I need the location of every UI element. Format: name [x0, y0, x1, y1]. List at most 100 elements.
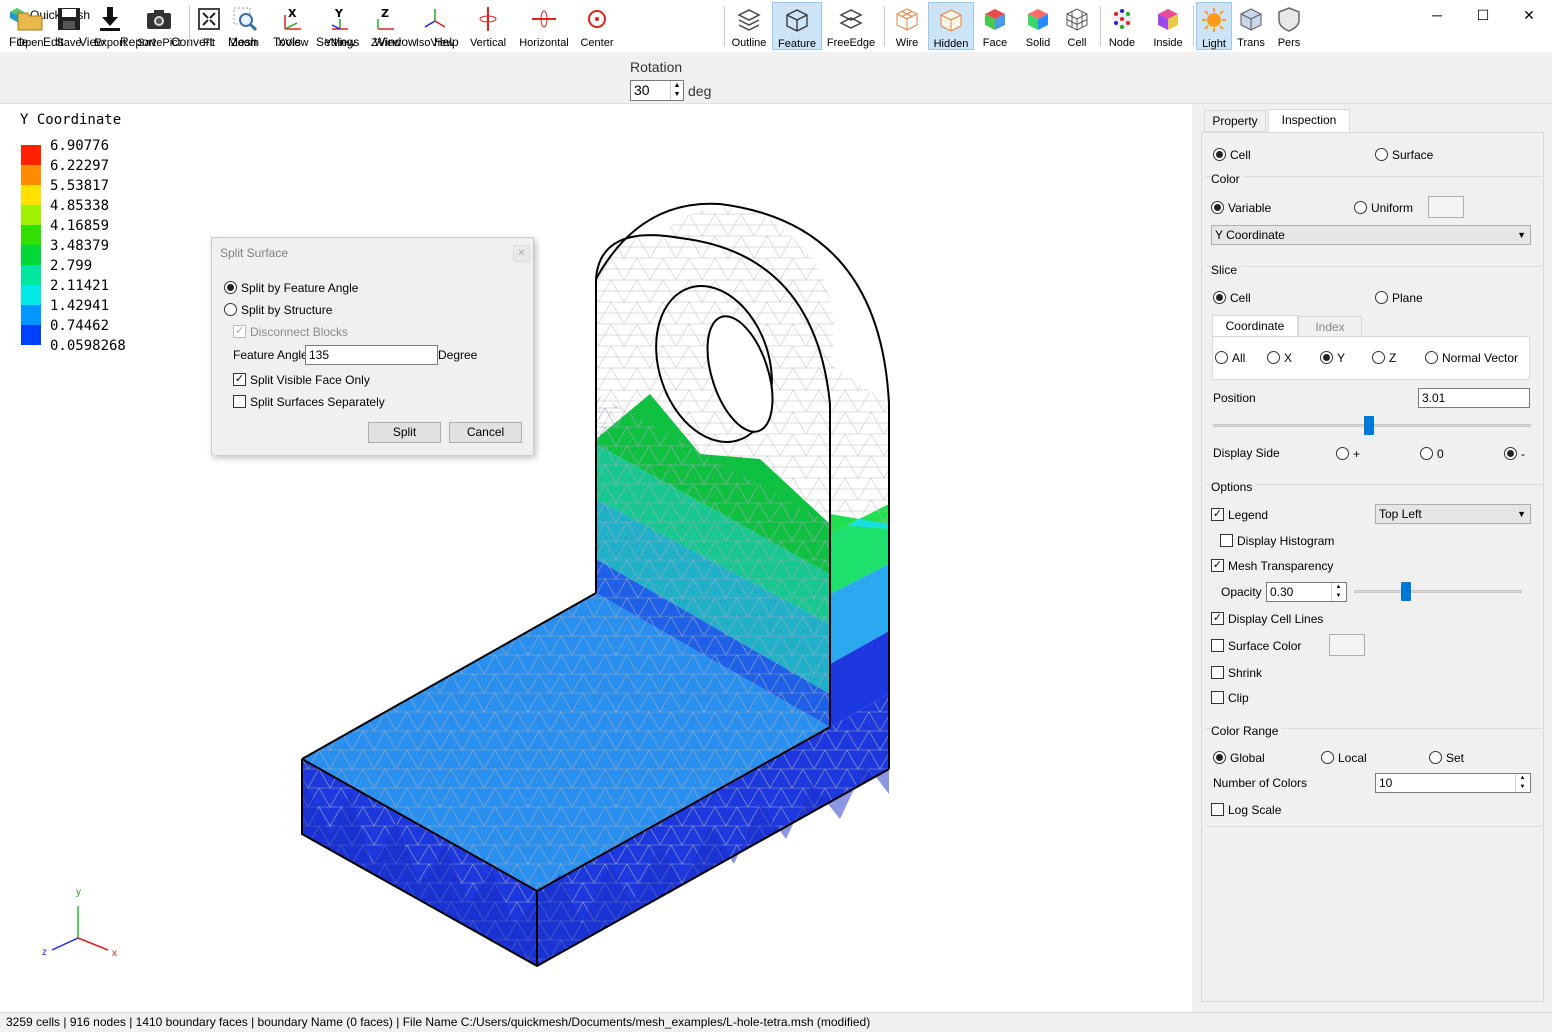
light-button[interactable]: Light	[1196, 2, 1232, 50]
axis-all-option[interactable]: All	[1215, 350, 1245, 365]
shrink-checkbox[interactable]: Shrink	[1211, 665, 1262, 680]
solid-button[interactable]: Solid	[1021, 2, 1055, 50]
rotation-spinner[interactable]: ▲ ▼	[670, 81, 683, 100]
log-scale-checkbox[interactable]: Log Scale	[1211, 802, 1281, 817]
zview-button[interactable]: Z ZView	[368, 2, 404, 50]
feature-angle-input[interactable]: 135	[305, 345, 438, 365]
position-input[interactable]: 3.01	[1418, 388, 1530, 408]
cell-button[interactable]: Cell	[1061, 2, 1093, 50]
inside-button[interactable]: Inside	[1148, 2, 1188, 50]
radio-button[interactable]	[1321, 751, 1334, 765]
checkbox[interactable]	[1211, 666, 1224, 680]
checkbox[interactable]	[1211, 803, 1224, 817]
position-slider-thumb[interactable]	[1363, 416, 1374, 435]
radio-button[interactable]	[1213, 751, 1226, 765]
isoview-button[interactable]: IsoView	[414, 2, 456, 50]
radio-button[interactable]	[1429, 751, 1442, 765]
feature-button[interactable]: Feature	[772, 2, 822, 50]
clip-checkbox[interactable]: Clip	[1211, 690, 1249, 705]
subtab-index[interactable]: Index	[1298, 316, 1362, 337]
legend-checkbox[interactable]: ✓ Legend	[1211, 507, 1268, 522]
radio-button[interactable]	[1336, 447, 1349, 461]
radio-button[interactable]	[1375, 291, 1388, 305]
mesh-render[interactable]	[0, 104, 1192, 1012]
savepict-button[interactable]: SavePict	[136, 2, 182, 50]
split-visible-face-only-checkbox[interactable]: ✓ Split Visible Face Only	[233, 372, 370, 387]
split-button[interactable]: Split	[368, 422, 441, 443]
trans-button[interactable]: Trans	[1235, 2, 1267, 50]
axis-normal-vector-option[interactable]: Normal Vector	[1425, 350, 1518, 365]
variable-select[interactable]: Y Coordinate ▼	[1211, 225, 1531, 245]
checkbox[interactable]: ✓	[1211, 508, 1224, 522]
yview-button[interactable]: Y YView	[322, 2, 358, 50]
zoom-button[interactable]: Zoom	[229, 2, 261, 50]
node-button[interactable]: Node	[1105, 2, 1139, 50]
surface-color-checkbox[interactable]: Surface Color	[1211, 638, 1301, 653]
radio-button[interactable]	[1211, 201, 1224, 215]
radio-button[interactable]	[1267, 351, 1280, 365]
radio-button[interactable]	[1213, 291, 1226, 305]
maximize-button[interactable]: ☐	[1460, 0, 1506, 31]
horizontal-button[interactable]: Horizontal	[517, 2, 571, 50]
wire-button[interactable]: Wire	[891, 2, 923, 50]
checkbox[interactable]: ✓	[233, 373, 246, 387]
display-cell-lines-checkbox[interactable]: ✓ Display Cell Lines	[1211, 611, 1323, 626]
range-global-option[interactable]: Global	[1213, 750, 1265, 765]
face-button[interactable]: Face	[978, 2, 1012, 50]
surface-color-swatch[interactable]	[1329, 634, 1365, 656]
vertical-button[interactable]: Vertical	[467, 2, 509, 50]
side-plus-option[interactable]: +	[1336, 446, 1360, 461]
save-button[interactable]: Save	[52, 2, 86, 50]
display-histogram-checkbox[interactable]: Display Histogram	[1220, 533, 1334, 548]
target-surface-option[interactable]: Surface	[1375, 147, 1433, 162]
outline-button[interactable]: Outline	[729, 2, 769, 50]
tab-inspection[interactable]: Inspection	[1268, 109, 1350, 132]
center-button[interactable]: Center	[578, 2, 616, 50]
range-set-option[interactable]: Set	[1429, 750, 1464, 765]
checkbox[interactable]	[233, 395, 246, 409]
target-cell-option[interactable]: Cell	[1213, 147, 1251, 162]
opacity-slider-thumb[interactable]	[1401, 582, 1412, 601]
pers-button[interactable]: Pers	[1273, 2, 1305, 50]
radio-button[interactable]	[1504, 447, 1517, 461]
radio-button[interactable]	[224, 303, 237, 317]
radio-button[interactable]	[1420, 447, 1433, 461]
legend-position-select[interactable]: Top Left ▼	[1375, 504, 1531, 524]
axis-z-option[interactable]: Z	[1372, 350, 1396, 365]
radio-button[interactable]	[1213, 148, 1226, 162]
number-of-colors-spinner[interactable]: ▲ ▼	[1515, 774, 1529, 792]
opacity-spinner[interactable]: ▲ ▼	[1331, 583, 1345, 601]
fit-button[interactable]: Fit	[194, 2, 224, 50]
color-variable-option[interactable]: Variable	[1211, 200, 1271, 215]
export-button[interactable]: Export	[91, 2, 129, 50]
tab-property[interactable]: Property	[1204, 110, 1266, 132]
dialog-close-button[interactable]: ✕	[513, 245, 530, 262]
radio-button[interactable]	[1372, 351, 1385, 365]
axis-x-option[interactable]: X	[1267, 350, 1292, 365]
checkbox[interactable]	[1220, 534, 1233, 548]
xview-button[interactable]: X XView	[276, 2, 310, 50]
cancel-button[interactable]: Cancel	[449, 422, 522, 443]
opacity-slider-track[interactable]	[1354, 590, 1522, 593]
radio-button[interactable]	[1375, 148, 1388, 162]
slice-cell-option[interactable]: Cell	[1213, 290, 1251, 305]
hidden-button[interactable]: Hidden	[928, 2, 974, 50]
checkbox[interactable]: ✓	[1211, 612, 1224, 626]
axis-y-option[interactable]: Y	[1320, 350, 1345, 365]
checkbox[interactable]	[1211, 691, 1224, 705]
minimize-button[interactable]: ─	[1414, 0, 1460, 31]
uniform-color-swatch[interactable]	[1428, 196, 1464, 218]
freeedge-button[interactable]: FreeEdge	[826, 2, 876, 50]
checkbox[interactable]: ✓	[1211, 559, 1224, 573]
number-of-colors-input[interactable]: 10	[1375, 773, 1531, 793]
close-button[interactable]: ✕	[1506, 0, 1552, 31]
mesh-transparency-checkbox[interactable]: ✓ Mesh Transparency	[1211, 558, 1333, 573]
split-by-feature-angle-option[interactable]: Split by Feature Angle	[224, 280, 358, 295]
radio-button[interactable]	[224, 281, 237, 295]
radio-button[interactable]	[1354, 201, 1367, 215]
radio-button[interactable]	[1425, 351, 1438, 365]
side-minus-option[interactable]: -	[1504, 446, 1525, 461]
open-button[interactable]: Open	[12, 2, 48, 50]
slice-plane-option[interactable]: Plane	[1375, 290, 1423, 305]
3d-viewport[interactable]: y z x	[0, 104, 1192, 1012]
